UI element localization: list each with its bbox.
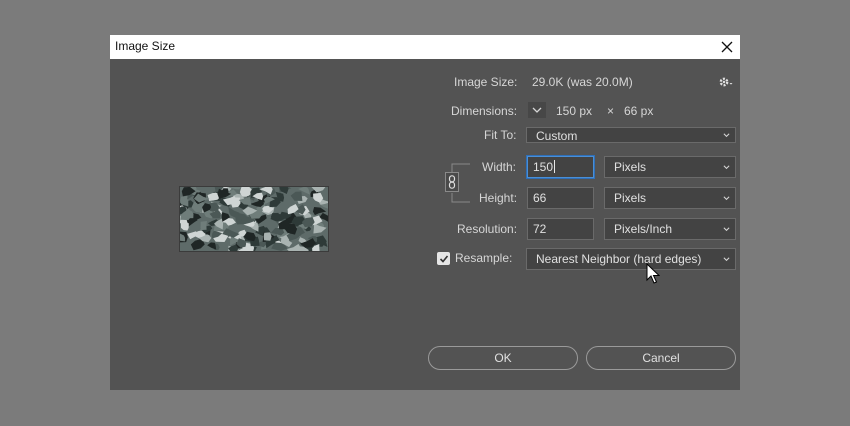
resolution-input[interactable]: 72 (527, 218, 594, 240)
height-unit-select[interactable]: Pixels (604, 187, 736, 209)
checkmark-icon (439, 254, 448, 263)
image-size-value: 29.0K (was 20.0M) (532, 75, 633, 89)
resolution-label: Resolution: (457, 222, 518, 236)
dimensions-times: × (607, 104, 615, 118)
height-unit-value: Pixels (614, 191, 647, 205)
chevron-down-icon (723, 227, 730, 232)
resolution-unit-select[interactable]: Pixels/Inch (604, 218, 736, 240)
fit-to-value: Custom (536, 129, 578, 143)
resample-method-select[interactable]: Nearest Neighbor (hard edges) (526, 248, 736, 270)
chevron-down-icon (723, 257, 730, 262)
width-unit-select[interactable]: Pixels (604, 156, 736, 178)
width-value: 150 (533, 160, 554, 174)
chain-link-icon[interactable] (445, 172, 459, 192)
width-label: Width: (482, 160, 517, 174)
height-value: 66 (533, 191, 547, 205)
cancel-label: Cancel (642, 351, 680, 365)
chevron-down-icon (723, 133, 730, 138)
image-size-label: Image Size: (454, 75, 518, 89)
dimensions-height: 66 px (624, 104, 654, 118)
ok-button[interactable]: OK (428, 346, 578, 370)
height-label: Height: (479, 191, 518, 205)
dimensions-label: Dimensions: (451, 104, 518, 118)
dimensions-width: 150 px (556, 104, 593, 118)
image-preview[interactable] (172, 181, 336, 256)
image-size-dialog: Image Size Image Size: 29.0K (was 20.0M)… (110, 35, 740, 390)
fit-to-label: Fit To: (484, 128, 517, 142)
chevron-down-icon (723, 165, 730, 170)
title-bar[interactable]: Image Size (110, 35, 740, 59)
gear-icon[interactable] (717, 75, 735, 89)
chevron-down-icon (723, 196, 730, 201)
close-icon[interactable] (716, 36, 738, 58)
resample-checkbox[interactable] (437, 252, 450, 265)
mouse-cursor-icon (646, 263, 660, 284)
fit-to-select[interactable]: Custom (526, 127, 736, 143)
resample-method-value: Nearest Neighbor (hard edges) (536, 252, 702, 266)
chevron-down-icon (532, 107, 542, 113)
cancel-button[interactable]: Cancel (586, 346, 736, 370)
dialog-title: Image Size (115, 39, 176, 53)
ok-label: OK (494, 351, 512, 365)
width-unit-value: Pixels (614, 160, 647, 174)
resolution-unit-value: Pixels/Inch (614, 222, 673, 236)
resample-label: Resample: (455, 251, 513, 265)
height-input[interactable]: 66 (527, 187, 594, 209)
width-input[interactable]: 150 (527, 156, 594, 178)
dimensions-unit-dropdown[interactable] (528, 102, 546, 118)
resolution-value: 72 (533, 222, 547, 236)
